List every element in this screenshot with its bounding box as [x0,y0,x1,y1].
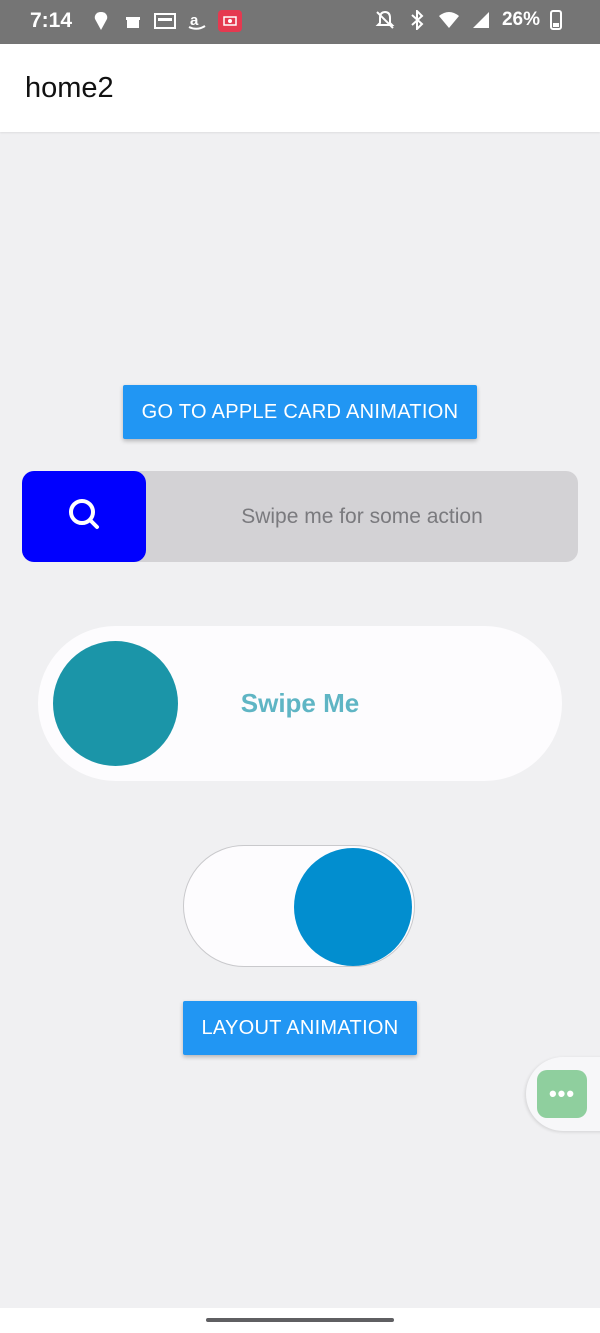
app-bar: home2 [0,44,600,132]
swipe-action-label: Swipe me for some action [241,504,483,528]
more-horizontal-icon[interactable]: ••• [537,1070,587,1118]
notifications-off-icon [374,9,396,31]
svg-text:a: a [190,12,199,29]
status-notification-icons: a [90,10,242,32]
go-to-apple-card-animation-button[interactable]: GO TO APPLE CARD ANIMATION [123,385,477,439]
status-time: 7:14 [30,9,73,32]
wifi-icon [438,9,460,31]
gift-icon [122,10,144,32]
battery-percent: 26% [501,9,540,30]
status-system-icons: 26% [374,9,562,31]
search-icon [67,497,101,536]
signal-icon [470,9,492,31]
swipe-me-label: Swipe Me [240,688,360,718]
pay-icon [154,10,176,32]
screen-record-icon [218,10,242,32]
battery-icon [550,10,562,30]
page-title: home2 [25,72,114,104]
toggle-knob[interactable] [294,848,412,966]
home-indicator[interactable] [206,1318,394,1322]
swiggy-icon [90,10,112,32]
amazon-icon: a [186,10,208,32]
swipe-me-thumb[interactable] [53,641,178,766]
bluetooth-icon [406,9,428,31]
layout-animation-button[interactable]: LAYOUT ANIMATION [183,1001,417,1055]
status-bar: 7:14 a 26% [0,0,600,44]
swipe-action-thumb[interactable] [22,471,146,562]
